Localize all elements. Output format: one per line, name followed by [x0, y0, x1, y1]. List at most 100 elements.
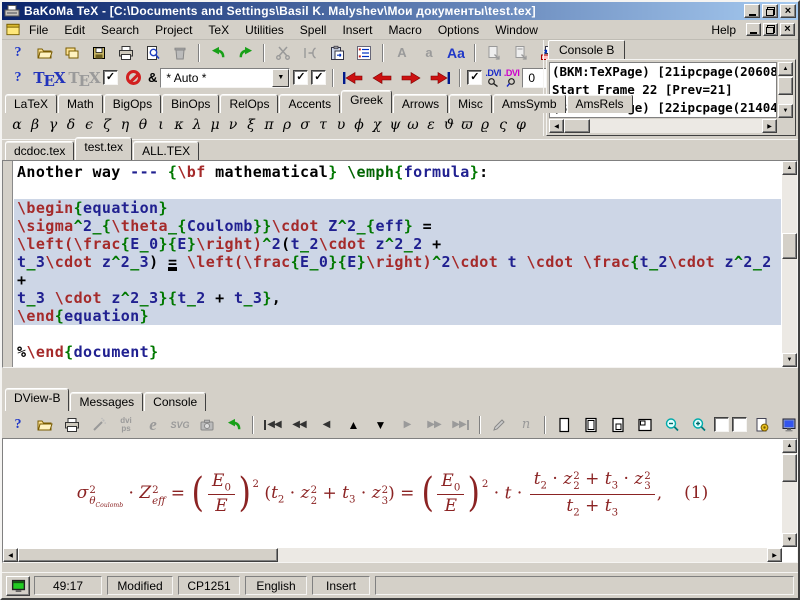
console-tab[interactable]: Console B	[548, 40, 625, 59]
nav-next-button[interactable]: ▶	[395, 414, 419, 436]
greek-letter-button[interactable]: ϵ	[80, 117, 98, 133]
menu-item-search[interactable]: Search	[93, 21, 147, 39]
render-settings-button[interactable]	[750, 414, 774, 436]
panel-tab-messages[interactable]: Messages	[70, 392, 143, 411]
case-toggle-button[interactable]: Aa	[444, 42, 468, 64]
editor-vertical-scrollbar[interactable]: ▲ ▼	[782, 161, 797, 367]
nav-prev-button[interactable]	[369, 68, 395, 88]
greek-letter-button[interactable]: δ	[62, 117, 80, 133]
doc-minimize-button[interactable]	[746, 23, 761, 36]
goto-line-button[interactable]	[352, 42, 376, 64]
page-fit-region-button[interactable]	[633, 414, 657, 436]
close-button[interactable]: ×	[780, 4, 796, 18]
menu-item-edit[interactable]: Edit	[56, 21, 93, 39]
view-checkbox-2[interactable]	[732, 417, 747, 432]
help-button[interactable]: ?	[6, 42, 30, 64]
search-button[interactable]	[141, 42, 165, 64]
symbol-tab-accents[interactable]: Accents	[279, 94, 340, 113]
greek-letter-button[interactable]: φ	[512, 117, 530, 133]
auto-run-checkbox[interactable]: ✓	[103, 70, 118, 85]
page-fit-button[interactable]	[579, 414, 603, 436]
minimize-button[interactable]	[744, 4, 760, 18]
scroll-left-icon[interactable]: ◀	[3, 548, 18, 562]
symbol-tab-greek[interactable]: Greek	[341, 90, 392, 113]
menu-item-macro[interactable]: Macro	[380, 21, 429, 39]
greek-letter-button[interactable]: μ	[206, 117, 224, 133]
dvi-view-button[interactable]: .DVI	[485, 69, 501, 87]
symbol-tab-latex[interactable]: LaTeX	[5, 94, 57, 113]
greek-letter-button[interactable]: η	[116, 117, 134, 133]
document-icon[interactable]	[5, 22, 21, 37]
scroll-right-icon[interactable]: ▶	[767, 548, 782, 562]
view-checkbox-1[interactable]	[714, 417, 729, 432]
font-wand-button[interactable]	[87, 414, 111, 436]
menu-item-help[interactable]: Help	[703, 21, 744, 39]
panel-tab-dview-b[interactable]: DView-B	[5, 388, 69, 411]
print-button[interactable]	[114, 42, 138, 64]
greek-letter-button[interactable]: ϕ	[350, 117, 368, 133]
menu-item-options[interactable]: Options	[430, 21, 487, 39]
undo-button[interactable]	[206, 42, 230, 64]
greek-letter-button[interactable]: κ	[170, 117, 188, 133]
scroll-down-icon[interactable]: ▼	[782, 353, 797, 367]
menu-item-tex[interactable]: TeX	[200, 21, 237, 39]
greek-letter-button[interactable]: λ	[188, 117, 206, 133]
symbol-tab-amssymb[interactable]: AmsSymb	[493, 94, 566, 113]
scroll-down-icon[interactable]: ▼	[782, 533, 797, 547]
greek-letter-button[interactable]: ζ	[98, 117, 116, 133]
print-button[interactable]	[60, 414, 84, 436]
greek-letter-button[interactable]: ω	[404, 117, 422, 133]
greek-letter-button[interactable]: θ	[134, 117, 152, 133]
nav-down-button[interactable]: ▼	[368, 414, 392, 436]
file-tab-all-tex[interactable]: ALL.TEX	[133, 141, 199, 160]
scrollbar-thumb[interactable]	[564, 119, 590, 133]
symbol-tab-misc[interactable]: Misc	[449, 94, 492, 113]
reload-button[interactable]	[222, 414, 246, 436]
greek-letter-button[interactable]: υ	[332, 117, 350, 133]
scrollbar-thumb[interactable]	[18, 548, 278, 562]
nav-last-button[interactable]	[427, 68, 453, 88]
console-horizontal-scrollbar[interactable]: ◀ ▶	[549, 119, 777, 133]
svg-export-button[interactable]: SVG	[168, 414, 192, 436]
symbol-tab-binops[interactable]: BinOps	[162, 94, 219, 113]
symbol-tab-arrows[interactable]: Arrows	[393, 94, 448, 113]
open-list-button[interactable]	[60, 42, 84, 64]
symbol-tab-bigops[interactable]: BigOps	[104, 94, 161, 113]
symbol-tab-math[interactable]: Math	[58, 94, 103, 113]
preview-vertical-scrollbar[interactable]: ▲ ▼	[782, 439, 797, 547]
dvi-search-button[interactable]: .DVI	[504, 69, 520, 87]
greek-letter-button[interactable]: π	[260, 117, 278, 133]
combo-arrow-icon[interactable]: ▼	[272, 69, 289, 87]
scrollbar-thumb[interactable]	[782, 454, 797, 482]
greek-letter-button[interactable]: ι	[152, 117, 170, 133]
display-settings-button[interactable]	[777, 414, 800, 436]
greek-letter-button[interactable]: ψ	[386, 117, 404, 133]
join-lines-button[interactable]	[298, 42, 322, 64]
annotate-button[interactable]	[487, 414, 511, 436]
menu-item-utilities[interactable]: Utilities	[237, 21, 292, 39]
file-tab-test-tex[interactable]: test.tex	[75, 137, 132, 160]
nav-last-button[interactable]: ▶▶	[449, 414, 473, 436]
file-tab-dcdoc-tex[interactable]: dcdoc.tex	[5, 141, 74, 160]
scrollbar-thumb[interactable]	[778, 77, 793, 95]
zoom-out-button[interactable]	[660, 414, 684, 436]
tex-stop-button[interactable]: TEX	[68, 67, 100, 89]
case-lower-button[interactable]: a	[417, 42, 441, 64]
scroll-left-icon[interactable]: ◀	[549, 119, 564, 133]
doc-close-button[interactable]: ×	[780, 23, 795, 36]
menu-item-project[interactable]: Project	[147, 21, 200, 39]
save-block-2-button[interactable]	[509, 42, 533, 64]
zoom-in-button[interactable]	[687, 414, 711, 436]
scroll-up-icon[interactable]: ▲	[778, 62, 793, 76]
format-combo[interactable]: * Auto * ▼	[160, 68, 290, 88]
dvips-export-button[interactable]: dvips	[114, 414, 138, 436]
menu-item-window[interactable]: Window	[487, 21, 546, 39]
greek-letter-button[interactable]: σ	[296, 117, 314, 133]
option-checkbox-1[interactable]: ✓	[293, 70, 308, 85]
system-console-button[interactable]	[6, 576, 30, 596]
option-checkbox-2[interactable]: ✓	[311, 70, 326, 85]
nav-up-button[interactable]: ▲	[341, 414, 365, 436]
snapshot-button[interactable]	[195, 414, 219, 436]
dvi-sync-checkbox[interactable]: ✓	[467, 70, 482, 85]
paste-button[interactable]	[325, 42, 349, 64]
